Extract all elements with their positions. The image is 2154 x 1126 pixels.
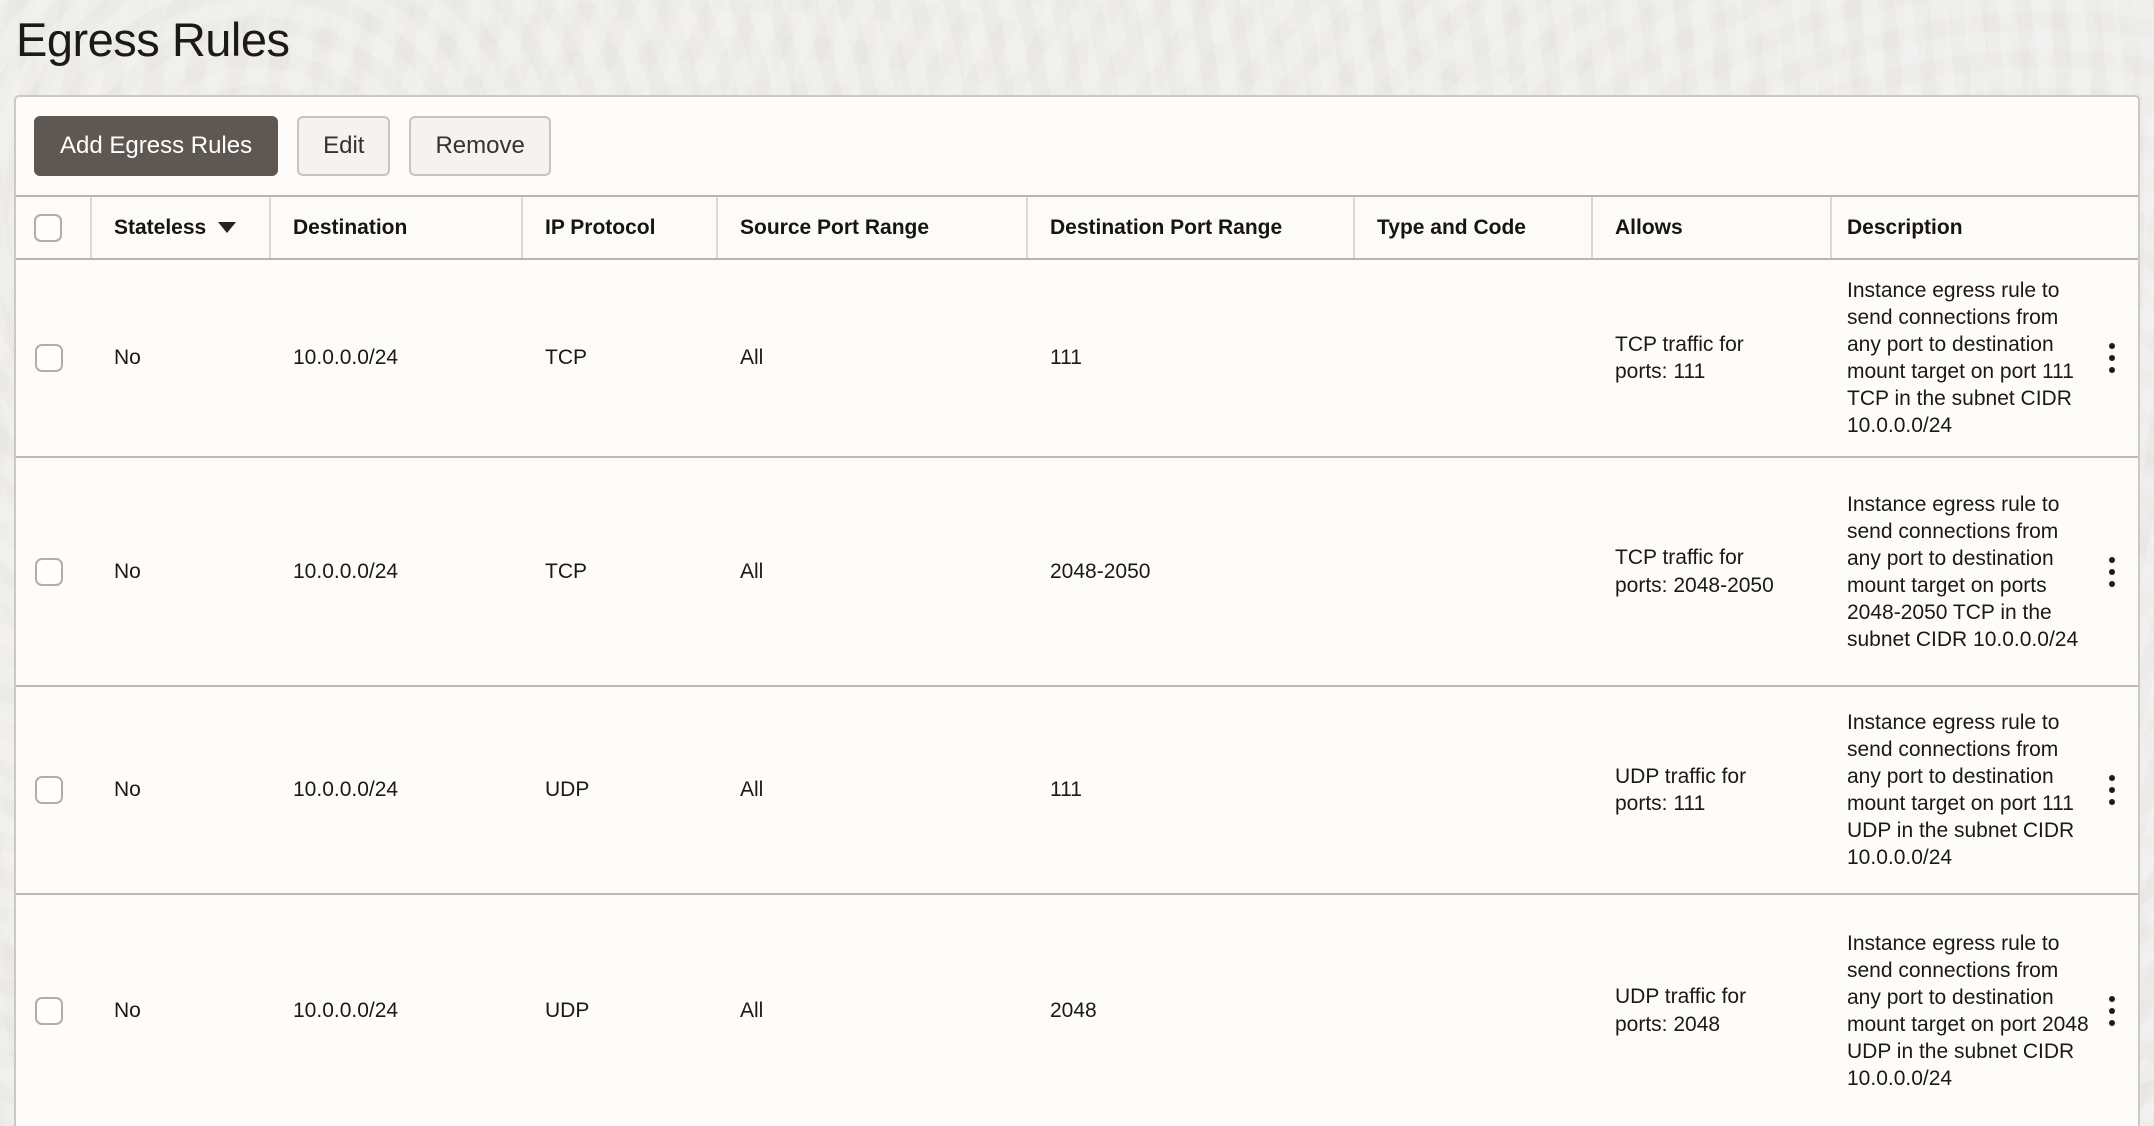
cell-ip-protocol: TCP (523, 548, 718, 595)
cell-destination-port-range: 111 (1028, 334, 1355, 381)
cell-destination: 10.0.0.0/24 (271, 766, 523, 813)
cell-stateless: No (92, 987, 271, 1034)
column-header-ip-protocol: IP Protocol (523, 197, 718, 258)
add-egress-rules-button[interactable]: Add Egress Rules (34, 116, 278, 176)
page-title: Egress Rules (16, 12, 2140, 67)
description-text: Instance egress rule to send connections… (1847, 277, 2092, 439)
sort-descending-icon (218, 222, 236, 233)
cell-stateless: No (92, 766, 271, 813)
cell-allows: TCP traffic for ports: 2048-2050 (1593, 534, 1832, 609)
cell-destination-port-range: 2048 (1028, 987, 1355, 1034)
cell-description: Instance egress rule to send connections… (1832, 474, 2138, 670)
cell-source-port-range: All (718, 334, 1028, 381)
cell-ip-protocol: UDP (523, 987, 718, 1034)
cell-destination: 10.0.0.0/24 (271, 987, 523, 1034)
column-header-type-and-code: Type and Code (1355, 197, 1593, 258)
cell-stateless: No (92, 548, 271, 595)
select-all-checkbox[interactable] (34, 214, 62, 242)
cell-type-and-code (1355, 1001, 1593, 1021)
column-header-allows: Allows (1593, 197, 1832, 258)
cell-type-and-code (1355, 780, 1593, 800)
cell-description: Instance egress rule to send connections… (1832, 260, 2138, 456)
description-text: Instance egress rule to send connections… (1847, 709, 2092, 871)
cell-destination-port-range: 2048-2050 (1028, 548, 1355, 595)
cell-destination-port-range: 111 (1028, 766, 1355, 813)
column-header-destination: Destination (271, 197, 523, 258)
allows-text: UDP traffic for ports: 111 (1615, 763, 1793, 818)
allows-text: TCP traffic for ports: 111 (1615, 331, 1793, 386)
cell-type-and-code (1355, 348, 1593, 368)
header-checkbox-cell (16, 197, 92, 258)
cell-source-port-range: All (718, 766, 1028, 813)
row-checkbox[interactable] (35, 997, 63, 1025)
table-row: No 10.0.0.0/24 UDP All 2048 UDP traffic … (16, 895, 2138, 1126)
remove-button[interactable]: Remove (409, 116, 550, 176)
column-header-destination-port-range: Destination Port Range (1028, 197, 1355, 258)
description-text: Instance egress rule to send connections… (1847, 930, 2092, 1092)
row-checkbox[interactable] (35, 776, 63, 804)
row-checkbox[interactable] (35, 344, 63, 372)
table-row: No 10.0.0.0/24 UDP All 111 UDP traffic f… (16, 687, 2138, 895)
cell-allows: UDP traffic for ports: 2048 (1593, 973, 1832, 1048)
row-actions-kebab-icon[interactable] (2092, 990, 2132, 1032)
cell-allows: TCP traffic for ports: 111 (1593, 321, 1832, 396)
table-row: No 10.0.0.0/24 TCP All 111 TCP traffic f… (16, 260, 2138, 458)
allows-text: TCP traffic for ports: 2048-2050 (1615, 544, 1793, 599)
column-header-stateless-label: Stateless (114, 216, 206, 240)
column-header-stateless[interactable]: Stateless (92, 197, 271, 258)
row-checkbox[interactable] (35, 558, 63, 586)
cell-type-and-code (1355, 562, 1593, 582)
toolbar: Add Egress Rules Edit Remove (16, 97, 2138, 195)
egress-rules-panel: Add Egress Rules Edit Remove Stateless D… (14, 95, 2140, 1126)
cell-description: Instance egress rule to send connections… (1832, 692, 2138, 888)
cell-source-port-range: All (718, 987, 1028, 1034)
column-header-source-port-range: Source Port Range (718, 197, 1028, 258)
row-actions-kebab-icon[interactable] (2092, 337, 2132, 379)
edit-button[interactable]: Edit (297, 116, 390, 176)
cell-source-port-range: All (718, 548, 1028, 595)
row-actions-kebab-icon[interactable] (2092, 769, 2132, 811)
table-header-row: Stateless Destination IP Protocol Source… (16, 195, 2138, 260)
allows-text: UDP traffic for ports: 2048 (1615, 983, 1793, 1038)
cell-ip-protocol: UDP (523, 766, 718, 813)
description-text: Instance egress rule to send connections… (1847, 491, 2092, 653)
column-header-description: Description (1832, 197, 2138, 258)
cell-description: Instance egress rule to send connections… (1832, 913, 2138, 1109)
page-header: Egress Rules (0, 0, 2154, 95)
cell-ip-protocol: TCP (523, 334, 718, 381)
cell-stateless: No (92, 334, 271, 381)
cell-destination: 10.0.0.0/24 (271, 334, 523, 381)
cell-destination: 10.0.0.0/24 (271, 548, 523, 595)
table-row: No 10.0.0.0/24 TCP All 2048-2050 TCP tra… (16, 458, 2138, 687)
cell-allows: UDP traffic for ports: 111 (1593, 753, 1832, 828)
row-actions-kebab-icon[interactable] (2092, 551, 2132, 593)
